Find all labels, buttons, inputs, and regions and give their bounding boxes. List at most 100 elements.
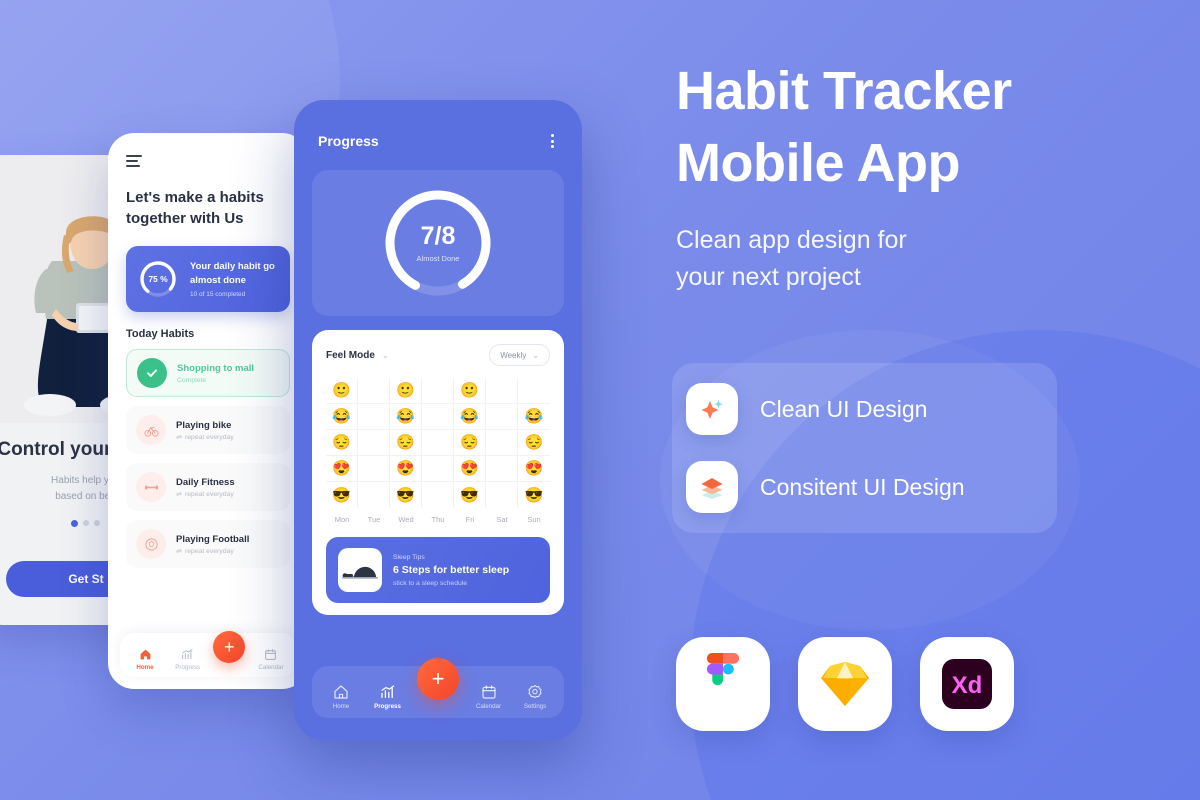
chevron-down-icon: ⌄	[381, 350, 389, 360]
nav-label: Progress	[374, 703, 401, 710]
range-dropdown[interactable]: Weekly ⌄	[489, 344, 550, 367]
nav-label: Progress	[175, 664, 201, 671]
feel-mode-header: Feel Mode ⌄ Weekly ⌄	[326, 344, 550, 367]
nav-item-progress[interactable]: Progress	[371, 684, 405, 718]
hamburger-menu-icon[interactable]	[126, 155, 142, 167]
mood-cell-smiling-face[interactable]: 🙂	[326, 378, 358, 405]
home-icon	[140, 649, 150, 660]
progress-phone-screen: Progress 7/8 Almost Done Feel Mode ⌄ Wee…	[294, 100, 582, 740]
nav-item-calendar[interactable]: Calendar	[254, 648, 288, 677]
sparkle-icon	[686, 383, 738, 435]
nav-label: Calendar	[258, 664, 284, 671]
mood-cell-sunglasses-face[interactable]: 😎	[390, 482, 422, 509]
chevron-down-icon: ⌄	[532, 350, 539, 360]
habit-name: Shopping to mall	[177, 362, 255, 374]
mood-cell-heart-eyes-face[interactable]: 😍	[454, 456, 486, 483]
mood-cell-empty[interactable]	[486, 404, 518, 431]
figma-icon	[676, 637, 770, 731]
svg-text:Xd: Xd	[952, 672, 983, 699]
mood-cell-empty[interactable]	[486, 482, 518, 509]
nav-item-calendar[interactable]: Calendar	[472, 684, 506, 718]
mood-cell-pensive-face[interactable]: 😔	[390, 430, 422, 457]
mood-cell-smiling-face[interactable]: 🙂	[454, 378, 486, 405]
pagination-dot-1[interactable]	[71, 519, 78, 527]
daily-goal-card[interactable]: 75 % Your daily habit go almost done 10 …	[126, 246, 290, 313]
mood-cell-empty[interactable]	[358, 430, 390, 457]
progress-header: Progress	[294, 100, 582, 152]
mood-cell-empty[interactable]	[422, 430, 454, 457]
mood-cell-empty[interactable]	[422, 456, 454, 483]
habit-row-playing-football[interactable]: Playing Football repeat everyday	[126, 520, 290, 569]
home-bottom-nav: Home Progress + Calendar	[120, 631, 296, 677]
mood-cell-pensive-face[interactable]: 😔	[326, 430, 358, 457]
chart-icon	[380, 685, 394, 699]
mood-cell-empty[interactable]	[486, 430, 518, 457]
nav-item-settings[interactable]: Settings	[518, 684, 552, 718]
habit-row-daily-fitness[interactable]: Daily Fitness repeat everyday	[126, 463, 290, 512]
mood-cell-pensive-face[interactable]: 😔	[518, 430, 550, 457]
sleep-tip-card[interactable]: Sleep Tips 6 Steps for better sleep stic…	[326, 537, 550, 604]
mood-cell-joy-face[interactable]: 😂	[454, 404, 486, 431]
mood-cell-empty[interactable]	[422, 482, 454, 509]
mood-cell-empty[interactable]	[486, 378, 518, 405]
feature-item-consistent-ui: Consitent UI Design	[686, 461, 1057, 513]
habit-meta-text: repeat everyday	[185, 433, 234, 441]
football-icon	[136, 529, 166, 560]
mood-cell-joy-face[interactable]: 😂	[518, 404, 550, 431]
goal-subtitle: 10 of 15 completed	[190, 290, 246, 298]
feel-mode-title: Feel Mode	[326, 349, 375, 361]
nav-label: Home	[332, 703, 350, 710]
mood-cell-joy-face[interactable]: 😂	[390, 404, 422, 431]
sleeping-person-image	[338, 548, 382, 593]
mood-cell-empty[interactable]	[358, 482, 390, 509]
day-label-thu: Thu	[431, 515, 445, 525]
habit-meta-text: repeat everyday	[185, 547, 234, 555]
habit-row-shopping-to-mall[interactable]: Shopping to mall Complete	[126, 349, 290, 398]
mood-cell-smiling-face[interactable]: 🙂	[390, 378, 422, 405]
feel-mode-card: Feel Mode ⌄ Weekly ⌄ 🙂 🙂 🙂 😂 😂 😂 😂 😔 😔 😔 😔 😍 😍 😍 😍 😎 😎 😎 😎…	[312, 330, 564, 616]
pagination-dot-2[interactable]	[83, 519, 89, 526]
habit-meta: Complete	[177, 376, 207, 384]
sleep-tip-tag: Sleep Tips	[393, 553, 425, 561]
habit-name: Playing bike	[176, 419, 232, 431]
sleep-tip-subtitle: stick to a sleep schedule	[393, 579, 468, 587]
nav-label: Settings	[523, 703, 547, 710]
mood-cell-empty[interactable]	[358, 456, 390, 483]
add-habit-button[interactable]: +	[417, 658, 459, 700]
nav-item-progress[interactable]: Progress	[171, 648, 205, 677]
progress-bottom-nav: Home Progress + Calendar Settings	[312, 658, 564, 718]
habit-name: Daily Fitness	[176, 476, 235, 488]
mood-cell-pensive-face[interactable]: 😔	[454, 430, 486, 457]
add-habit-button[interactable]: +	[213, 631, 246, 663]
nav-item-home[interactable]: Home	[128, 648, 162, 677]
range-dropdown-label: Weekly	[500, 350, 527, 360]
calendar-icon	[265, 649, 277, 660]
mood-cell-empty[interactable]	[486, 456, 518, 483]
habit-meta: repeat everyday	[176, 548, 249, 555]
mood-cell-empty[interactable]	[422, 404, 454, 431]
mood-cell-joy-face[interactable]: 😂	[326, 404, 358, 431]
mood-cell-empty[interactable]	[358, 378, 390, 405]
habit-row-playing-bike[interactable]: Playing bike repeat everyday	[126, 406, 290, 455]
mood-cell-empty[interactable]	[518, 378, 550, 405]
goal-progress-ring: 75 %	[138, 259, 178, 299]
progress-ring: 7/8 Almost Done	[379, 184, 497, 302]
pagination-dot-3[interactable]	[94, 519, 100, 526]
feature-list-card: Clean UI Design Consitent UI Design	[672, 363, 1057, 533]
mood-cell-sunglasses-face[interactable]: 😎	[518, 482, 550, 508]
today-habits-title: Today Habits	[126, 328, 195, 341]
mood-cell-sunglasses-face[interactable]: 😎	[326, 482, 358, 509]
feel-mode-selector[interactable]: Feel Mode ⌄	[326, 350, 389, 361]
mood-cell-heart-eyes-face[interactable]: 😍	[326, 456, 358, 483]
mood-cell-sunglasses-face[interactable]: 😎	[454, 482, 486, 509]
nav-label: Calendar	[475, 703, 502, 710]
nav-label: Home	[136, 664, 154, 671]
mood-cell-heart-eyes-face[interactable]: 😍	[390, 456, 422, 483]
sleep-tip-title: 6 Steps for better sleep	[393, 563, 510, 576]
nav-item-home[interactable]: Home	[324, 684, 358, 718]
mood-cell-heart-eyes-face[interactable]: 😍	[518, 456, 550, 483]
home-icon	[334, 685, 348, 699]
kebab-menu-icon[interactable]	[547, 130, 558, 152]
mood-cell-empty[interactable]	[422, 378, 454, 405]
mood-cell-empty[interactable]	[358, 404, 390, 431]
